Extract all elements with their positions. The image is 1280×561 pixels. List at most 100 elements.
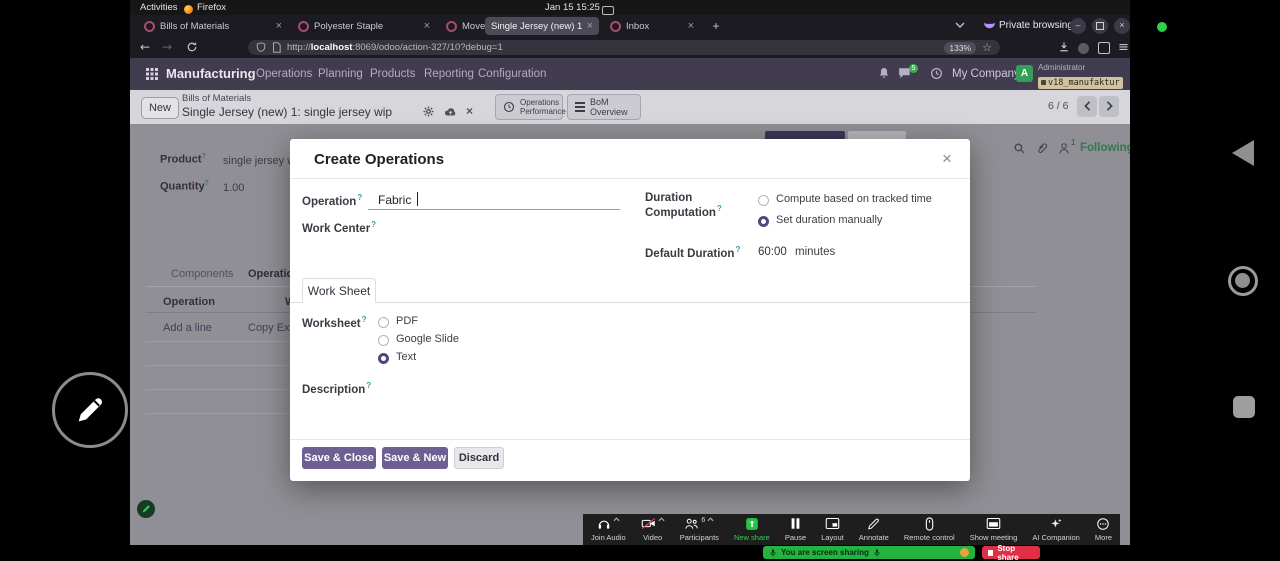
breadcrumb-parent[interactable]: Bills of Materials (182, 93, 251, 104)
show-meeting-button[interactable]: Show meeting (970, 517, 1018, 542)
android-home-button[interactable] (1228, 266, 1258, 296)
recording-indicator (960, 548, 969, 557)
radio-compute-tracked-time-label[interactable]: Compute based on tracked time (776, 193, 932, 205)
menu-operations[interactable]: Operations (256, 68, 312, 80)
company-switcher[interactable]: My Company (952, 68, 1020, 80)
extensions-icon[interactable] (1098, 41, 1110, 59)
reload-icon[interactable] (186, 41, 198, 53)
window-minimize-button[interactable]: – (1070, 18, 1086, 34)
tab-close-icon[interactable]: × (587, 21, 593, 31)
activities-clock-icon[interactable] (930, 67, 943, 80)
back-icon[interactable]: ← (140, 37, 150, 58)
search-icon[interactable] (1013, 142, 1026, 155)
menu-products[interactable]: Products (370, 68, 415, 80)
radio-set-duration-manually[interactable] (758, 216, 769, 227)
activities-button[interactable]: Activities (140, 2, 177, 13)
new-record-button[interactable]: New (141, 97, 179, 119)
more-button[interactable]: More (1095, 517, 1112, 542)
android-back-button[interactable] (1232, 140, 1254, 166)
record-settings-gear-icon[interactable] (423, 106, 434, 117)
account-icon[interactable] (1078, 41, 1089, 59)
annotation-pen-tool[interactable] (52, 372, 128, 448)
android-recents-button[interactable] (1233, 396, 1255, 418)
url-text: http://localhost:8069/odoo/action-327/10… (287, 42, 503, 53)
save-and-new-button[interactable]: Save & New (382, 447, 448, 469)
url-bar[interactable]: http://localhost:8069/odoo/action-327/10… (248, 40, 1000, 55)
meeting-toolbar: Join Audio Video 6 Participants New shar… (583, 514, 1120, 545)
radio-worksheet-pdf[interactable] (378, 317, 389, 328)
remote-control-button[interactable]: Remote control (904, 517, 955, 542)
video-button[interactable]: Video (641, 517, 665, 542)
browser-tab[interactable]: Polyester Staple × (292, 17, 436, 35)
quantity-value[interactable]: 1.00 (223, 182, 244, 194)
radio-worksheet-pdf-label[interactable]: PDF (396, 315, 418, 327)
annotate-button[interactable]: Annotate (859, 517, 889, 542)
page-info-icon[interactable] (272, 42, 281, 53)
save-cloud-icon[interactable] (444, 106, 457, 117)
discard-x-icon[interactable]: × (466, 104, 473, 118)
menu-hamburger-icon[interactable]: ≡ (1118, 37, 1129, 58)
menu-reporting[interactable]: Reporting (424, 68, 474, 80)
tab-close-icon[interactable]: × (688, 21, 694, 31)
participants-button[interactable]: 6 Participants (680, 517, 719, 542)
default-duration-input[interactable]: 60:00 (758, 246, 787, 258)
operation-input[interactable]: Fabric (368, 187, 620, 210)
table-row-line (146, 413, 290, 414)
stop-share-button[interactable]: Stop share (982, 546, 1040, 559)
forward-icon[interactable]: → (162, 37, 172, 58)
apps-grid-icon[interactable] (146, 68, 158, 80)
description-input[interactable] (378, 377, 938, 429)
menu-planning[interactable]: Planning (318, 68, 363, 80)
window-close-button[interactable]: × (1114, 18, 1130, 34)
bom-overview-button[interactable]: BoM Overview (567, 94, 641, 120)
new-share-button[interactable]: New share (734, 517, 770, 542)
focused-app-label[interactable]: Firefox (197, 2, 226, 13)
tab-components[interactable]: Components (171, 268, 233, 280)
downloads-icon[interactable] (1058, 41, 1070, 53)
browser-tab[interactable]: Inbox × (604, 17, 700, 35)
menu-configuration[interactable]: Configuration (478, 68, 546, 80)
radio-set-duration-manually-label[interactable]: Set duration manually (776, 214, 882, 226)
dialog-close-icon[interactable]: × (942, 149, 952, 169)
notifications-bell-icon[interactable] (878, 67, 890, 80)
tab-close-icon[interactable]: × (424, 21, 430, 31)
app-name[interactable]: Manufacturing (166, 66, 256, 81)
radio-worksheet-google-slide-label[interactable]: Google Slide (396, 333, 459, 345)
operations-performance-button[interactable]: OperationsPerformance (495, 94, 563, 120)
pager-next-button[interactable] (1099, 96, 1119, 117)
browser-tab-active[interactable]: Single Jersey (new) 1: sin × (485, 17, 599, 35)
browser-tab[interactable]: Bills of Materials × (138, 17, 288, 35)
save-and-close-button[interactable]: Save & Close (302, 447, 376, 469)
layout-icon (825, 517, 840, 530)
chevron-up-icon[interactable] (658, 517, 665, 522)
radio-worksheet-text-label[interactable]: Text (396, 351, 416, 363)
chevron-up-icon[interactable] (707, 517, 714, 522)
window-restore-button[interactable] (1092, 18, 1108, 34)
avatar[interactable]: A (1016, 65, 1033, 82)
layout-button[interactable]: Layout (821, 517, 844, 542)
tab-overflow-chevron-icon[interactable] (955, 22, 965, 28)
following-button[interactable]: Following (1080, 142, 1130, 154)
discard-button[interactable]: Discard (454, 447, 504, 469)
zoom-level-badge[interactable]: 133% (944, 42, 976, 54)
annotate-indicator[interactable] (137, 500, 155, 518)
pager-previous-button[interactable] (1077, 96, 1097, 117)
bookmark-star-icon[interactable]: ☆ (982, 41, 992, 54)
pause-share-button[interactable]: Pause (785, 517, 806, 542)
column-operation[interactable]: Operation (163, 296, 215, 308)
join-audio-button[interactable]: Join Audio (591, 517, 626, 542)
dialog-title: Create Operations (314, 151, 444, 168)
new-tab-button[interactable]: + (706, 17, 726, 35)
clock[interactable]: Jan 15 15:25 (545, 2, 600, 13)
attachment-paperclip-icon[interactable] (1036, 142, 1048, 155)
followers-icon[interactable] (1058, 142, 1070, 155)
tab-close-icon[interactable]: × (276, 21, 282, 31)
radio-compute-tracked-time[interactable] (758, 195, 769, 206)
radio-worksheet-google-slide[interactable] (378, 335, 389, 346)
radio-worksheet-text[interactable] (378, 353, 389, 364)
shield-icon[interactable] (256, 42, 266, 53)
worksheet-tab[interactable]: Work Sheet (302, 278, 376, 303)
chevron-up-icon[interactable] (613, 517, 620, 522)
add-a-line-link[interactable]: Add a line (163, 322, 212, 334)
ai-companion-button[interactable]: AI Companion (1032, 517, 1080, 542)
